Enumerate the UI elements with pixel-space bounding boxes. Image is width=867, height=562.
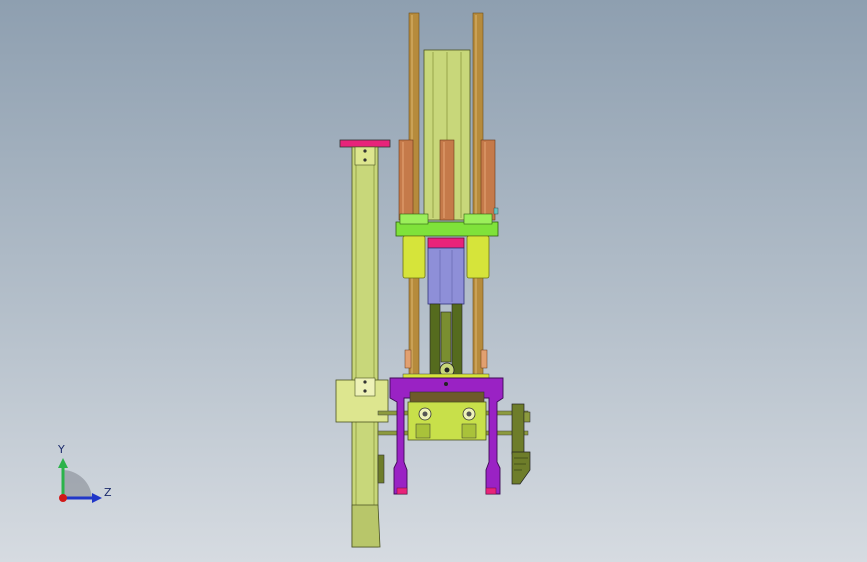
left-column-top-cap — [339, 139, 391, 148]
gripper-pivot-icon — [444, 382, 448, 386]
link-arm-left — [429, 303, 441, 377]
y-axis-label: Y — [58, 443, 65, 456]
cylinder-barrel — [427, 247, 465, 305]
left-column-foot — [351, 504, 381, 548]
y-axis-arrowhead — [58, 458, 68, 468]
cad-viewport[interactable]: Y Z — [0, 0, 867, 562]
crosshead-right-cap — [463, 213, 493, 225]
left-column[interactable] — [335, 139, 391, 548]
right-bracket-tab — [523, 411, 531, 423]
left-column-knurl — [377, 454, 385, 484]
sleeve-center — [439, 139, 455, 221]
link-arm-center — [440, 311, 452, 363]
bolt-icon — [363, 149, 367, 153]
bushing-left — [402, 235, 426, 279]
bolt-icon — [363, 380, 367, 384]
bolt-center — [466, 411, 472, 417]
crosshead-left-cap — [399, 213, 429, 225]
bolt-center — [422, 411, 428, 417]
z-axis-label: Z — [104, 486, 112, 499]
carriage[interactable] — [407, 391, 487, 441]
gripper-tip-left — [396, 487, 408, 495]
z-axis-arrowhead — [92, 493, 102, 503]
sensor-icon — [493, 207, 499, 215]
cylinder-cap — [427, 237, 465, 249]
carriage-foot-right — [461, 423, 477, 439]
bushing-right — [466, 235, 490, 279]
triad-origin-icon — [59, 494, 67, 502]
right-bracket-post — [511, 403, 525, 455]
assembly-drawing[interactable] — [0, 0, 867, 562]
sleeve-left — [398, 139, 414, 221]
link-arm-right — [451, 303, 463, 377]
right-bracket[interactable] — [511, 403, 531, 485]
rod-clamp-right — [480, 349, 488, 369]
carriage-foot-left — [415, 423, 431, 439]
pivot-icon — [444, 367, 450, 373]
coordinate-triad — [58, 458, 102, 503]
sleeve-right — [480, 139, 496, 221]
bolt-icon — [363, 389, 367, 393]
right-bracket-jaw — [511, 451, 531, 485]
triad-plane-icon — [63, 470, 92, 498]
bolt-icon — [363, 158, 367, 162]
gripper-tip-right — [485, 487, 497, 495]
lower-crossbar — [402, 373, 490, 379]
cylinder[interactable] — [427, 237, 465, 305]
rod-clamp-left — [404, 349, 412, 369]
